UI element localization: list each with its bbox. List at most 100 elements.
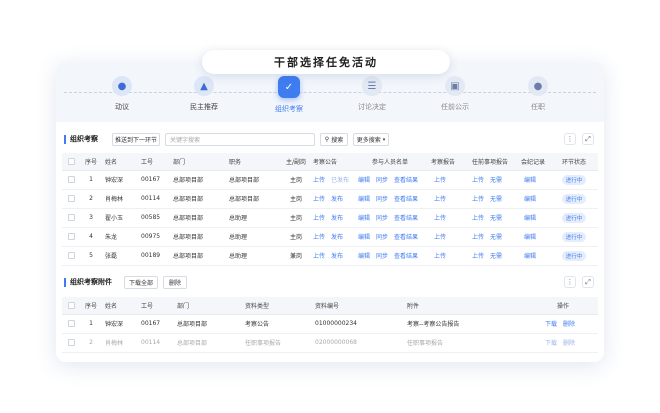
table-cell: 3: [80, 208, 102, 228]
members-link[interactable]: 编辑: [358, 196, 370, 203]
pre-report-link[interactable]: 无需: [490, 196, 502, 203]
table-cell: 4: [80, 227, 102, 247]
table-cell: 翟小玉: [102, 208, 138, 228]
table-cell: 上传: [422, 246, 464, 266]
download-link[interactable]: 下载: [545, 340, 557, 347]
table-cell: 5: [80, 246, 102, 266]
members-link[interactable]: 同步: [376, 177, 388, 184]
notice-link[interactable]: 已发布: [331, 177, 349, 184]
step-publicity[interactable]: ▣ 任前公示: [425, 76, 485, 112]
pre-report-link[interactable]: 上传: [472, 196, 484, 203]
pre-report-link[interactable]: 上传: [472, 253, 484, 260]
pre-report-link[interactable]: 上传: [472, 215, 484, 222]
notice-link[interactable]: 上传: [313, 234, 325, 241]
step-inspection[interactable]: ✓ 组织考察: [259, 76, 319, 114]
members-link[interactable]: 编辑: [358, 253, 370, 260]
grid-icon[interactable]: ⋮: [564, 276, 576, 288]
row-checkbox[interactable]: [67, 176, 75, 183]
minutes-edit-link[interactable]: 编辑: [524, 234, 536, 241]
column-header: 考察报告: [422, 153, 464, 171]
pre-report-link[interactable]: 无需: [490, 215, 502, 222]
members-link[interactable]: 编辑: [358, 177, 370, 184]
more-search-button[interactable]: 更多搜索 ▾: [353, 133, 389, 146]
column-header: 姓名: [102, 153, 138, 171]
minutes-edit-link[interactable]: 编辑: [524, 215, 536, 222]
members-link[interactable]: 同步: [376, 196, 388, 203]
members-link[interactable]: 查看结果: [394, 196, 418, 203]
inspection-title: 组织考察: [70, 135, 98, 143]
pre-report-link[interactable]: 无需: [490, 234, 502, 241]
step-label: 任职: [531, 103, 545, 111]
search-icon: ⚲: [324, 136, 330, 143]
members-link[interactable]: 查看结果: [394, 177, 418, 184]
members-link[interactable]: 同步: [376, 253, 388, 260]
notice-link[interactable]: 发布: [331, 215, 343, 222]
pre-report-link[interactable]: 上传: [472, 177, 484, 184]
minutes-edit-link[interactable]: 编辑: [524, 253, 536, 260]
search-input[interactable]: 关键字搜索: [165, 133, 315, 146]
report-upload-link[interactable]: 上传: [434, 253, 446, 260]
pre-report-link[interactable]: 无需: [490, 253, 502, 260]
report-upload-link[interactable]: 上传: [434, 177, 446, 184]
notice-link[interactable]: 发布: [331, 196, 343, 203]
step-appoint[interactable]: ● 任职: [508, 76, 568, 112]
notice-link[interactable]: 上传: [313, 196, 325, 203]
download-all-button[interactable]: 下载全部: [124, 276, 158, 289]
row-checkbox[interactable]: [67, 339, 75, 346]
row-checkbox[interactable]: [67, 233, 75, 240]
report-upload-link[interactable]: 上传: [434, 196, 446, 203]
table-cell: 总部项目部: [170, 246, 226, 266]
column-header: 序号: [80, 153, 102, 171]
table-cell: 总助理: [226, 208, 282, 228]
notice-link[interactable]: 发布: [331, 253, 343, 260]
notice-link[interactable]: 上传: [313, 215, 325, 222]
row-checkbox[interactable]: [67, 195, 75, 202]
table-cell: 考察--考察公告报告: [404, 314, 528, 334]
members-link[interactable]: 同步: [376, 234, 388, 241]
grid-icon[interactable]: ⋮: [564, 133, 576, 145]
row-checkbox[interactable]: [67, 214, 75, 221]
members-link[interactable]: 查看结果: [394, 253, 418, 260]
notice-link[interactable]: 发布: [331, 234, 343, 241]
delete-link[interactable]: 删除: [563, 340, 575, 347]
step-discuss[interactable]: ☰ 讨论决定: [342, 76, 402, 112]
table-row: 1 钟宏深 00167 总部项目部 考察公告 01000000234 考察--考察公告报告下…: [62, 314, 598, 334]
column-header: 资料类型: [242, 297, 312, 315]
fullscreen-icon[interactable]: ⤢: [582, 133, 594, 145]
pre-report-link[interactable]: 无需: [490, 177, 502, 184]
fullscreen-icon[interactable]: ⤢: [582, 276, 594, 288]
minutes-edit-link[interactable]: 编辑: [524, 177, 536, 184]
table-cell: 上传 无需: [464, 246, 516, 266]
header-checkbox[interactable]: [62, 297, 80, 315]
delete-link[interactable]: 删除: [563, 321, 575, 328]
download-link[interactable]: 下载: [545, 321, 557, 328]
members-link[interactable]: 同步: [376, 215, 388, 222]
delete-button[interactable]: 删除: [163, 276, 187, 289]
select-all-checkbox[interactable]: [67, 301, 75, 309]
row-checkbox[interactable]: [67, 320, 75, 327]
members-link[interactable]: 编辑: [358, 234, 370, 241]
table-cell: 下载 删除: [528, 333, 598, 353]
table-cell: 编辑 同步 查看结果: [358, 208, 422, 228]
notice-link[interactable]: 上传: [313, 253, 325, 260]
row-checkbox[interactable]: [67, 252, 75, 259]
table-cell: 编辑: [516, 170, 550, 190]
select-all-checkbox[interactable]: [67, 157, 75, 165]
pre-report-link[interactable]: 上传: [472, 234, 484, 241]
step-motion[interactable]: ● 动议: [92, 76, 152, 112]
table-header-row: 序号 姓名 工号 部门 资料类型 资料编号 附件 操作: [62, 297, 598, 315]
search-button[interactable]: ⚲ 搜索: [320, 133, 348, 146]
table-cell: 任职事项报告: [242, 333, 312, 353]
briefcase-icon: ▣: [445, 76, 465, 96]
step-recommend[interactable]: ▲ 民主推荐: [174, 76, 234, 112]
report-upload-link[interactable]: 上传: [434, 234, 446, 241]
minutes-edit-link[interactable]: 编辑: [524, 196, 536, 203]
header-checkbox[interactable]: [62, 153, 80, 171]
members-link[interactable]: 查看结果: [394, 215, 418, 222]
members-link[interactable]: 编辑: [358, 215, 370, 222]
members-link[interactable]: 查看结果: [394, 234, 418, 241]
push-next-button[interactable]: 推送到下一环节: [112, 133, 160, 146]
report-upload-link[interactable]: 上传: [434, 215, 446, 222]
notice-link[interactable]: 上传: [313, 177, 325, 184]
column-header: 序号: [80, 297, 102, 315]
